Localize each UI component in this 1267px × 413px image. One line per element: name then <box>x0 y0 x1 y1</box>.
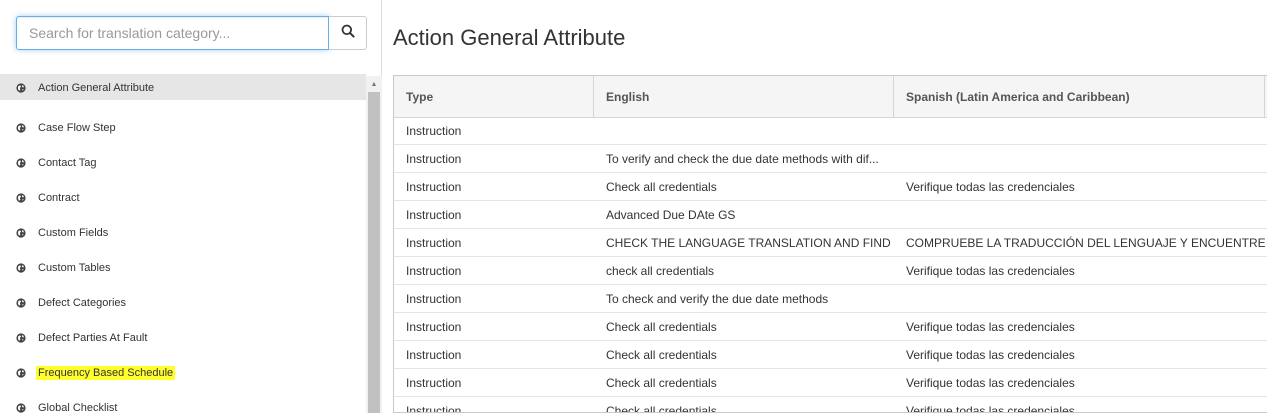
cell-spanish: Verifique todas las credenciales <box>906 179 1075 194</box>
scroll-up-arrow-icon[interactable]: ▲ <box>366 76 382 92</box>
category-item[interactable]: Global Checklist <box>0 390 366 413</box>
cell-spanish <box>894 118 1265 144</box>
table-row[interactable]: Instruction check all credentials Verifiqu… <box>394 257 1267 285</box>
cell-type: Instruction <box>406 263 462 278</box>
table-row[interactable]: Instruction CHECK THE LANGUAGE TRANSLATIO… <box>394 229 1267 257</box>
search-input[interactable] <box>16 16 329 50</box>
category-item-label: Contract <box>38 191 80 204</box>
table-row[interactable]: Instruction Check all credentials Verifiqu… <box>394 341 1267 369</box>
category-panel: Action General Attribute Case Flow Step Co… <box>0 0 382 413</box>
category-item-label: Action General Attribute <box>38 81 155 94</box>
scroll-thumb[interactable] <box>368 92 380 413</box>
cell-type: Instruction <box>406 291 462 306</box>
category-item[interactable]: Custom Tables <box>0 250 366 285</box>
globe-icon <box>16 297 26 308</box>
category-item-label: Custom Tables <box>38 261 111 274</box>
category-item[interactable]: Action General Attribute <box>0 75 366 100</box>
table-row[interactable]: Instruction To check and verify the due d… <box>394 285 1267 313</box>
category-item-label: Custom Fields <box>38 226 109 239</box>
globe-icon <box>16 192 26 203</box>
cell-english: check all credentials <box>606 263 715 278</box>
table-row[interactable]: Instruction Check all credentials Verifiqu… <box>394 313 1267 341</box>
grid-body: Instruction Instruction To verify and chec… <box>394 118 1267 413</box>
globe-icon <box>16 262 26 273</box>
category-item[interactable]: Defect Parties At Fault <box>0 320 366 355</box>
table-row[interactable]: Instruction To verify and check the due d… <box>394 145 1267 173</box>
category-item-label: Defect Parties At Fault <box>38 331 148 344</box>
globe-icon <box>16 157 26 168</box>
search-bar <box>16 16 367 50</box>
table-row[interactable]: Instruction <box>394 118 1267 145</box>
cell-type: Instruction <box>406 347 462 362</box>
cell-spanish <box>894 201 1265 228</box>
cell-spanish: Verifique todas las credenciales <box>906 319 1075 334</box>
cell-spanish: Verifique todas las credenciales <box>906 403 1075 413</box>
cell-type: Instruction <box>406 207 462 222</box>
globe-icon <box>16 332 26 343</box>
cell-spanish: Verifique todas las credenciales <box>906 263 1075 278</box>
table-row[interactable]: Instruction Check all credentials Verifiqu… <box>394 173 1267 201</box>
category-item[interactable]: Contact Tag <box>0 145 366 180</box>
column-header-spanish[interactable]: Spanish (Latin America and Caribbean) <box>894 76 1265 117</box>
category-item[interactable]: Defect Categories <box>0 285 366 320</box>
cell-english <box>594 118 894 144</box>
category-item-label: Frequency Based Schedule <box>36 365 176 380</box>
cell-type: Instruction <box>406 403 462 413</box>
table-row[interactable]: Instruction Check all credentials Verifiqu… <box>394 397 1267 413</box>
category-list-scrollbar[interactable]: ▲ <box>366 76 382 413</box>
cell-spanish: COMPRUEBE LA TRADUCCIÓN DEL LENGUAJE Y E… <box>906 235 1265 250</box>
page-title: Action General Attribute <box>393 25 626 50</box>
cell-english: To check and verify the due date methods <box>606 291 829 306</box>
cell-spanish: Verifique todas las credenciales <box>906 347 1075 362</box>
globe-icon <box>16 402 26 413</box>
category-item-label: Global Checklist <box>38 401 118 413</box>
category-item[interactable]: Case Flow Step <box>0 110 366 145</box>
cell-english: Advanced Due DAte GS <box>606 207 736 222</box>
globe-icon <box>16 122 26 133</box>
cell-type: Instruction <box>406 319 462 334</box>
cell-type: Instruction <box>406 179 462 194</box>
cell-english: Check all credentials <box>606 179 717 194</box>
column-header-type[interactable]: Type <box>394 76 594 117</box>
cell-spanish <box>894 285 1265 312</box>
translation-manager: Action General Attribute Case Flow Step Co… <box>0 0 1267 413</box>
globe-icon <box>16 82 26 93</box>
globe-icon <box>16 367 26 378</box>
translation-detail: Action General Attribute Type English Sp… <box>383 0 1267 413</box>
category-list: Action General Attribute Case Flow Step Co… <box>0 74 366 413</box>
search-icon <box>341 24 355 43</box>
cell-type: Instruction <box>406 124 462 138</box>
cell-spanish <box>894 145 1265 172</box>
table-row[interactable]: Instruction Check all credentials Verifiqu… <box>394 369 1267 397</box>
category-item-label: Case Flow Step <box>38 121 116 134</box>
cell-english: Check all credentials <box>606 403 717 413</box>
cell-type: Instruction <box>406 375 462 390</box>
cell-english: To verify and check the due date methods… <box>606 151 879 166</box>
column-header-english[interactable]: English <box>594 76 894 117</box>
category-item[interactable]: Contract <box>0 180 366 215</box>
cell-english: CHECK THE LANGUAGE TRANSLATION AND FIND … <box>606 235 894 250</box>
category-item[interactable]: Frequency Based Schedule <box>0 355 366 390</box>
cell-type: Instruction <box>406 151 462 166</box>
search-button[interactable] <box>329 16 367 50</box>
category-item-label: Contact Tag <box>38 156 97 169</box>
category-item-label: Defect Categories <box>38 296 127 309</box>
cell-english: Check all credentials <box>606 347 717 362</box>
category-item[interactable]: Custom Fields <box>0 215 366 250</box>
translation-grid: Type English Spanish (Latin America and … <box>393 75 1267 413</box>
cell-english: Check all credentials <box>606 375 717 390</box>
globe-icon <box>16 227 26 238</box>
cell-english: Check all credentials <box>606 319 717 334</box>
table-row[interactable]: Instruction Advanced Due DAte GS <box>394 201 1267 229</box>
grid-header: Type English Spanish (Latin America and … <box>394 76 1267 118</box>
cell-spanish: Verifique todas las credenciales <box>906 375 1075 390</box>
cell-type: Instruction <box>406 235 462 250</box>
